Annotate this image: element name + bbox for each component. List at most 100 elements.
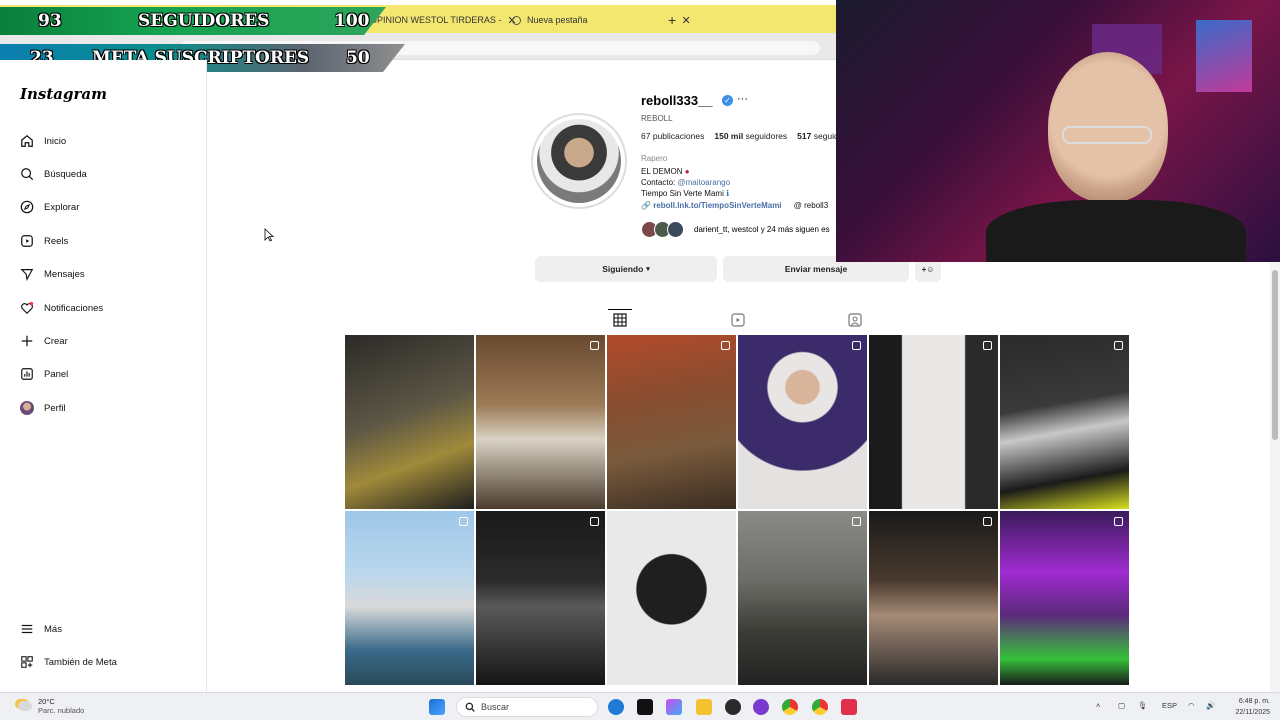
carousel-icon (1114, 517, 1123, 526)
followers-label: seguidores (745, 131, 788, 141)
instagram-logo[interactable]: Instagram (20, 85, 107, 103)
webcam-feed (836, 0, 1280, 262)
post-thumbnail[interactable] (607, 511, 736, 685)
sidebar-item-notificaciones[interactable]: Notificaciones (20, 296, 103, 320)
sidebar-item-label: Perfil (44, 402, 66, 414)
contact-label: Contacto: (641, 178, 676, 187)
followers-label: SEGUIDORES (138, 11, 270, 31)
carousel-icon (721, 341, 730, 350)
tab-indicator (608, 309, 632, 310)
sidebar-item-inicio[interactable]: Inicio (20, 129, 66, 153)
followed-by[interactable]: darient_tt, westcol y 24 más siguen es (641, 221, 830, 238)
new-tab-button[interactable]: + (668, 12, 676, 28)
chevron-up-icon[interactable]: ˄ (1096, 701, 1100, 710)
tab-opinion[interactable]: OPINION WESTOL TIRDERAS - ✕ (370, 9, 517, 31)
posts-label: publicaciones (652, 131, 705, 141)
tab-label: OPINION WESTOL TIRDERAS - (370, 15, 502, 25)
chevron-down-icon: ▾ (646, 266, 650, 273)
grid-tab-icon[interactable] (613, 313, 627, 327)
bio-text: EL DEMON (641, 167, 683, 176)
post-thumbnail[interactable] (1000, 335, 1129, 509)
app-icon[interactable] (725, 699, 741, 715)
meta-icon (21, 656, 33, 668)
volume-icon[interactable]: 🔊 (1206, 701, 1215, 710)
glasses (1062, 126, 1152, 144)
post-thumbnail[interactable] (476, 335, 605, 509)
plus-icon (21, 335, 33, 347)
screen: OPINION WESTOL TIRDERAS - ✕ Nueva pestañ… (0, 0, 1280, 720)
post-thumbnail[interactable] (345, 511, 474, 685)
page-scrollbar[interactable] (1270, 262, 1280, 692)
chrome-icon[interactable] (812, 699, 828, 715)
post-thumbnail[interactable] (345, 335, 474, 509)
followers-count: 150 mil (714, 131, 744, 141)
language-indicator[interactable]: ESP (1162, 701, 1177, 710)
app-tray-icon[interactable]: ▢ (1118, 701, 1125, 710)
verified-icon: ✓ (722, 95, 733, 106)
post-thumbnail[interactable] (607, 335, 736, 509)
subs-goal: 50 (346, 48, 370, 68)
temperature: 20°C (38, 697, 55, 706)
followers-stat[interactable]: 150 mil seguidores (714, 131, 787, 141)
tab-new[interactable]: Nueva pestaña ✕ (512, 9, 691, 31)
time: 6:48 p. m. (1238, 698, 1270, 705)
sidebar-item-explorar[interactable]: Explorar (20, 195, 79, 219)
sidebar-item-mensajes[interactable]: Mensajes (20, 262, 85, 286)
bio-line-1: EL DEMON ● (641, 167, 690, 176)
wifi-icon[interactable]: ◠ (1188, 701, 1195, 710)
tagged-tab-icon[interactable] (848, 313, 862, 327)
microphone-icon[interactable]: 🎙 (1138, 701, 1148, 710)
post-thumbnail[interactable] (869, 335, 998, 509)
carousel-icon (852, 517, 861, 526)
edge-icon[interactable] (608, 699, 624, 715)
sidebar-item-reels[interactable]: Reels (20, 229, 68, 253)
contact-link[interactable]: @maitoarango (677, 178, 730, 187)
sidebar-item-meta[interactable]: También de Meta (20, 650, 117, 674)
reels-tab-icon[interactable] (731, 313, 745, 327)
clock[interactable]: 6:48 p. m. 22/11/2025 (1228, 696, 1270, 718)
followers-goal: 100 (334, 11, 370, 31)
carousel-icon (459, 517, 468, 526)
sidebar-item-label: Reels (44, 235, 69, 247)
profile-avatar[interactable] (531, 113, 627, 209)
home-icon (21, 134, 33, 147)
post-thumbnail[interactable] (738, 511, 867, 685)
post-thumbnail[interactable] (476, 511, 605, 685)
sidebar-item-perfil[interactable]: Perfil (20, 396, 66, 420)
bio-text: Tiempo Sin Verte Mami (641, 189, 724, 198)
tiktok-icon[interactable] (637, 699, 653, 715)
carousel-icon (1114, 341, 1123, 350)
mouse-cursor-icon (264, 228, 274, 242)
search-icon (465, 702, 475, 712)
sidebar-item-busqueda[interactable]: Búsqueda (20, 162, 87, 186)
sidebar-item-crear[interactable]: Crear (20, 329, 68, 353)
sidebar-item-label: Mensajes (44, 268, 85, 280)
more-options-icon[interactable]: ··· (737, 93, 748, 105)
close-icon[interactable]: ✕ (682, 14, 691, 27)
add-user-icon: +☺ (921, 264, 935, 274)
followers-goal-bar: 93 SEGUIDORES 100 (0, 7, 386, 35)
sidebar: Instagram Inicio Búsqueda Explorar Reels… (0, 60, 207, 692)
tiktok-studio-icon[interactable] (841, 699, 857, 715)
following-button[interactable]: Siguiendo ▾ (535, 256, 717, 282)
weather-widget[interactable]: 20°C Parc. nublado (18, 697, 84, 715)
sidebar-item-label: Búsqueda (44, 168, 87, 180)
threads-handle[interactable]: reboll3 (804, 201, 828, 210)
post-thumbnail[interactable] (869, 511, 998, 685)
chrome-icon[interactable] (782, 699, 798, 715)
carousel-icon (852, 341, 861, 350)
profile-link[interactable]: reboll.lnk.to/TiempoSinVerteMami (653, 201, 781, 210)
sidebar-item-label: Crear (44, 335, 68, 347)
scrollbar-thumb[interactable] (1272, 270, 1278, 440)
taskbar-search[interactable]: Buscar (456, 697, 598, 717)
post-thumbnail[interactable] (1000, 511, 1129, 685)
copilot-icon[interactable] (666, 699, 682, 715)
bio-line-3: Tiempo Sin Verte Mami ℹ (641, 189, 729, 198)
folder-icon[interactable] (696, 699, 712, 715)
windows-start-icon[interactable] (429, 699, 445, 715)
post-thumbnail[interactable] (738, 335, 867, 509)
sidebar-item-mas[interactable]: Más (20, 617, 62, 641)
obs-icon[interactable] (753, 699, 769, 715)
carousel-icon (983, 517, 992, 526)
sidebar-item-panel[interactable]: Panel (20, 362, 68, 386)
